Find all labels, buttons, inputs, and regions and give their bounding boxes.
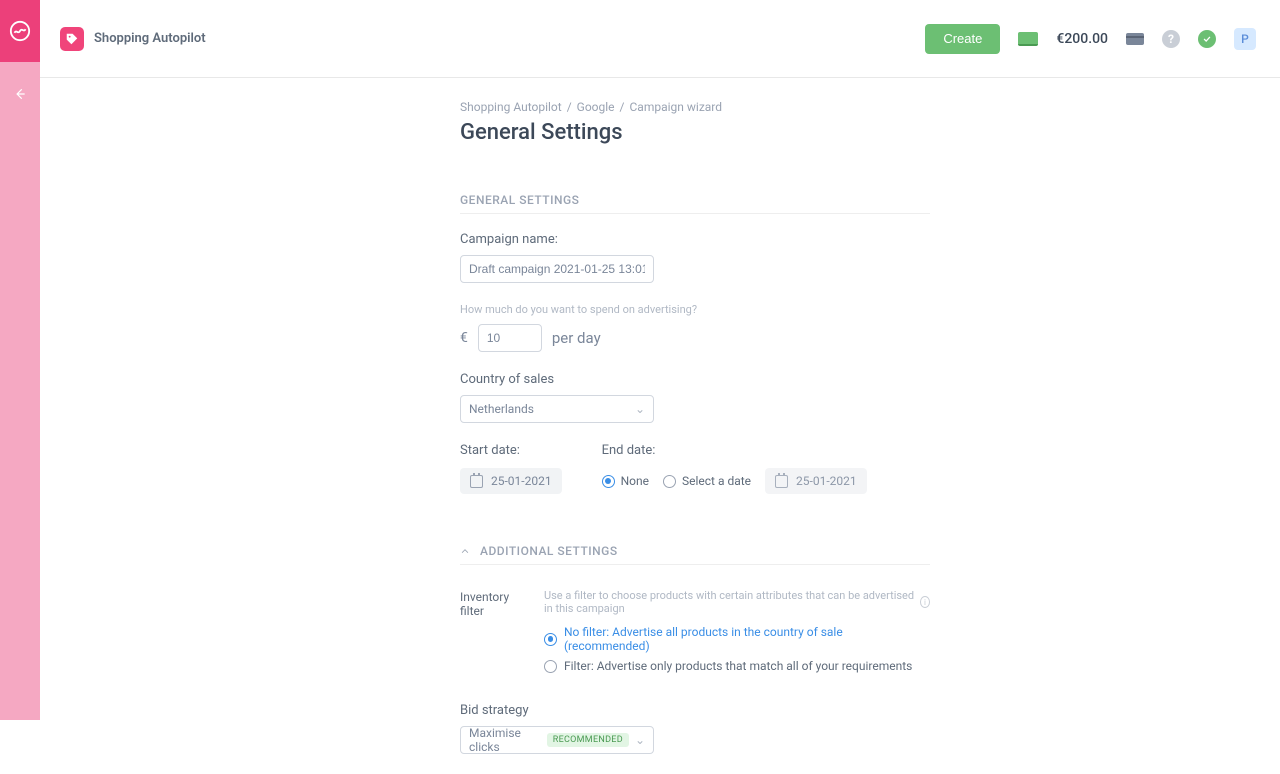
- bid-strategy-value: Maximise clicks: [469, 726, 547, 754]
- inventory-filter-label: Filter: Advertise only products that mat…: [564, 659, 912, 673]
- balance-amount: €200.00: [1056, 31, 1108, 47]
- end-date-select-radio[interactable]: Select a date: [663, 474, 751, 488]
- budget-suffix: per day: [552, 329, 601, 347]
- recommended-badge: RECOMMENDED: [547, 733, 629, 747]
- avatar[interactable]: P: [1234, 28, 1256, 50]
- country-value: Netherlands: [469, 402, 534, 416]
- chevron-up-icon: [460, 546, 470, 556]
- section-additional-label: ADDITIONAL SETTINGS: [480, 544, 618, 558]
- help-icon[interactable]: ?: [1162, 30, 1180, 48]
- app-icon: [60, 27, 84, 51]
- calendar-icon: [775, 475, 788, 488]
- breadcrumb-item[interactable]: Shopping Autopilot: [460, 100, 562, 114]
- start-date-picker[interactable]: 25-01-2021: [460, 468, 562, 494]
- left-sidebar: [0, 0, 40, 720]
- arrow-left-icon: [13, 87, 27, 101]
- country-label: Country of sales: [460, 372, 930, 387]
- end-select-label: Select a date: [682, 474, 751, 488]
- breadcrumb: Shopping Autopilot/Google/Campaign wizar…: [460, 100, 930, 114]
- page-title: General Settings: [460, 120, 930, 145]
- bid-strategy-label: Bid strategy: [460, 703, 930, 718]
- topbar: Shopping Autopilot Create €200.00 ? P: [40, 0, 1280, 78]
- calendar-icon: [470, 475, 483, 488]
- tag-icon: [65, 32, 79, 46]
- radio-dot-icon: [602, 475, 615, 488]
- breadcrumb-item[interactable]: Campaign wizard: [630, 100, 723, 114]
- bid-strategy-select[interactable]: Maximise clicks RECOMMENDED ⌄: [460, 726, 654, 754]
- inventory-description: Use a filter to choose products with cer…: [544, 589, 915, 615]
- brand-logo[interactable]: [0, 0, 40, 62]
- campaign-name-input[interactable]: [460, 255, 654, 283]
- inventory-filter-radio[interactable]: Filter: Advertise only products that mat…: [544, 659, 930, 673]
- country-select[interactable]: Netherlands ⌄: [460, 395, 654, 423]
- end-none-label: None: [621, 474, 649, 488]
- breadcrumb-item[interactable]: Google: [577, 100, 615, 114]
- chevron-down-icon: ⌄: [635, 733, 645, 747]
- radio-dot-icon: [663, 475, 676, 488]
- end-date-label: End date:: [602, 443, 867, 458]
- end-date-none-radio[interactable]: None: [602, 474, 649, 488]
- back-button[interactable]: [0, 74, 40, 114]
- inventory-nofilter-radio[interactable]: No filter: Advertise all products in the…: [544, 625, 930, 653]
- radio-dot-icon: [544, 660, 557, 673]
- info-icon[interactable]: i: [920, 596, 930, 608]
- money-icon[interactable]: [1018, 32, 1038, 46]
- chevron-down-icon: ⌄: [635, 402, 645, 416]
- section-additional-toggle[interactable]: ADDITIONAL SETTINGS: [460, 544, 930, 565]
- start-date-label: Start date:: [460, 443, 562, 458]
- radio-dot-icon: [544, 633, 557, 646]
- create-button[interactable]: Create: [925, 24, 1000, 54]
- end-date-picker[interactable]: 25-01-2021: [765, 468, 867, 494]
- budget-hint: How much do you want to spend on adverti…: [460, 303, 930, 316]
- inventory-nofilter-label: No filter: Advertise all products in the…: [564, 625, 930, 653]
- budget-input[interactable]: [478, 324, 542, 352]
- start-date-value: 25-01-2021: [491, 474, 552, 488]
- status-ok-icon[interactable]: [1198, 30, 1216, 48]
- app-title: Shopping Autopilot: [94, 31, 206, 46]
- chart-wave-icon: [9, 20, 31, 42]
- section-general-label: GENERAL SETTINGS: [460, 193, 930, 214]
- inventory-filter-label: Inventory filter: [460, 589, 524, 679]
- card-icon[interactable]: [1126, 33, 1144, 45]
- campaign-name-label: Campaign name:: [460, 232, 930, 247]
- currency-symbol: €: [460, 330, 468, 346]
- end-date-value: 25-01-2021: [796, 474, 857, 488]
